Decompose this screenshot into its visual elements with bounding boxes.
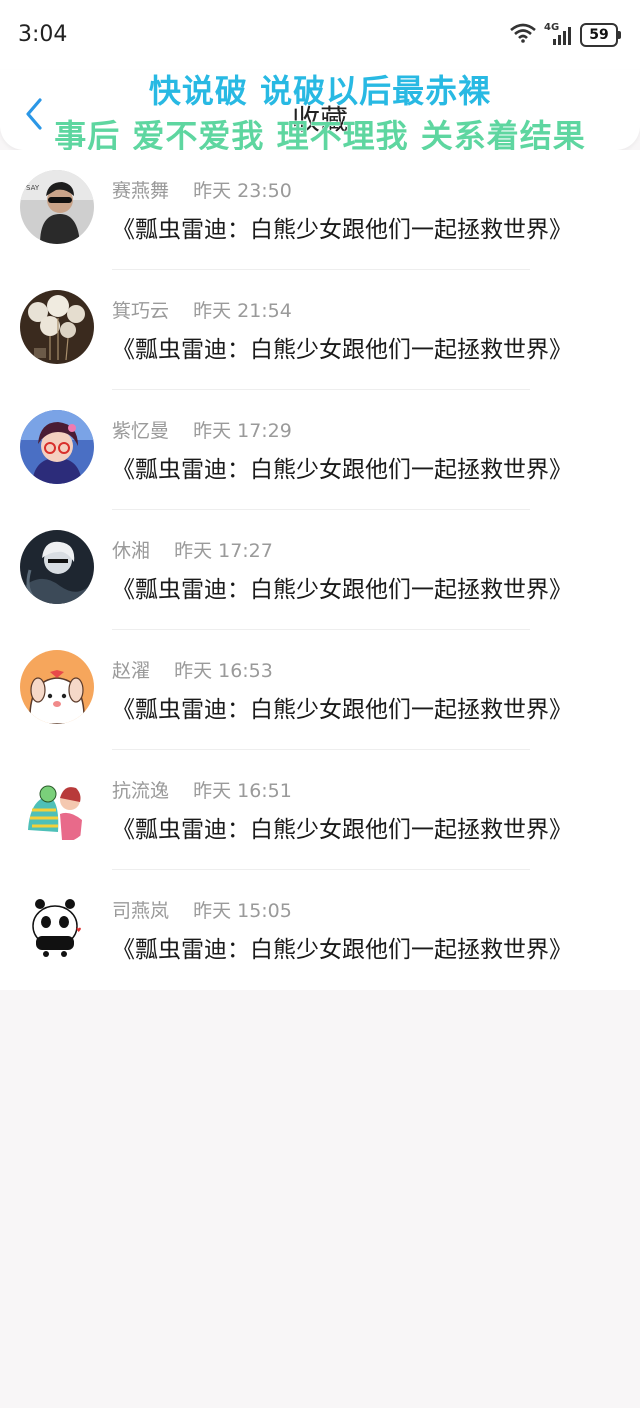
- item-time: 昨天 16:51: [193, 780, 292, 802]
- item-message: 《瓢虫雷迪：白熊少女跟他们一起拯救世界》: [112, 937, 572, 963]
- item-message: 《瓢虫雷迪：白熊少女跟他们一起拯救世界》: [112, 457, 572, 483]
- item-name: 休湘: [112, 540, 151, 562]
- avatar[interactable]: [20, 530, 94, 604]
- item-message: 《瓢虫雷迪：白熊少女跟他们一起拯救世界》: [112, 337, 572, 363]
- item-message: 《瓢虫雷迪：白熊少女跟他们一起拯救世界》: [112, 217, 572, 243]
- item-time: 昨天 15:05: [193, 900, 292, 922]
- item-time: 昨天 16:53: [174, 660, 273, 682]
- favorites-list: SAY 赛燕舞 昨天 23:50 《瓢虫雷迪：白熊少女跟他们一起拯救世界》 箕巧…: [0, 150, 640, 990]
- item-name: 紫忆曼: [112, 420, 170, 442]
- cellular-signal-icon: 4G: [544, 22, 572, 46]
- status-time: 3:04: [18, 22, 68, 47]
- list-item[interactable]: 抗流逸 昨天 16:51 《瓢虫雷迪：白熊少女跟他们一起拯救世界》: [0, 750, 640, 870]
- svg-text:♥: ♥: [76, 927, 81, 934]
- item-time: 昨天 17:29: [193, 420, 292, 442]
- list-item[interactable]: ♥ 司燕岚 昨天 15:05 《瓢虫雷迪：白熊少女跟他们一起拯救世界》: [0, 870, 640, 990]
- avatar[interactable]: [20, 410, 94, 484]
- avatar[interactable]: SAY: [20, 170, 94, 244]
- status-bar: 3:04 4G 59: [0, 0, 640, 70]
- list-item[interactable]: 赵濯 昨天 16:53 《瓢虫雷迪：白熊少女跟他们一起拯救世界》: [0, 630, 640, 750]
- item-meta: 休湘 昨天 17:27: [112, 536, 273, 563]
- item-message: 《瓢虫雷迪：白熊少女跟他们一起拯救世界》: [112, 817, 572, 843]
- avatar[interactable]: [20, 290, 94, 364]
- list-item[interactable]: 紫忆曼 昨天 17:29 《瓢虫雷迪：白熊少女跟他们一起拯救世界》: [0, 390, 640, 510]
- avatar[interactable]: [20, 770, 94, 844]
- item-name: 箕巧云: [112, 300, 170, 322]
- wifi-icon: [510, 23, 536, 47]
- item-meta: 抗流逸 昨天 16:51: [112, 776, 292, 803]
- item-meta: 箕巧云 昨天 21:54: [112, 296, 292, 323]
- item-time: 昨天 23:50: [193, 180, 292, 202]
- lyrics-overlay-line-1: 快说破 说破以后最赤裸: [148, 72, 492, 111]
- svg-text:SAY: SAY: [26, 184, 40, 192]
- battery-icon: 59: [580, 23, 621, 47]
- list-item[interactable]: 休湘 昨天 17:27 《瓢虫雷迪：白熊少女跟他们一起拯救世界》: [0, 510, 640, 630]
- item-meta: 紫忆曼 昨天 17:29: [112, 416, 292, 443]
- item-message: 《瓢虫雷迪：白熊少女跟他们一起拯救世界》: [112, 697, 572, 723]
- avatar[interactable]: ♥: [20, 890, 94, 964]
- avatar[interactable]: [20, 650, 94, 724]
- item-meta: 赛燕舞 昨天 23:50: [112, 176, 292, 203]
- list-item[interactable]: 箕巧云 昨天 21:54 《瓢虫雷迪：白熊少女跟他们一起拯救世界》: [0, 270, 640, 390]
- status-icons: 4G 59: [510, 22, 621, 48]
- item-time: 昨天 21:54: [193, 300, 292, 322]
- item-name: 司燕岚: [112, 900, 170, 922]
- item-name: 赵濯: [112, 660, 151, 682]
- item-time: 昨天 17:27: [174, 540, 273, 562]
- item-name: 赛燕舞: [112, 180, 170, 202]
- list-item[interactable]: SAY 赛燕舞 昨天 23:50 《瓢虫雷迪：白熊少女跟他们一起拯救世界》: [0, 150, 640, 270]
- item-meta: 赵濯 昨天 16:53: [112, 656, 273, 683]
- item-name: 抗流逸: [112, 780, 170, 802]
- item-message: 《瓢虫雷迪：白熊少女跟他们一起拯救世界》: [112, 577, 572, 603]
- item-meta: 司燕岚 昨天 15:05: [112, 896, 292, 923]
